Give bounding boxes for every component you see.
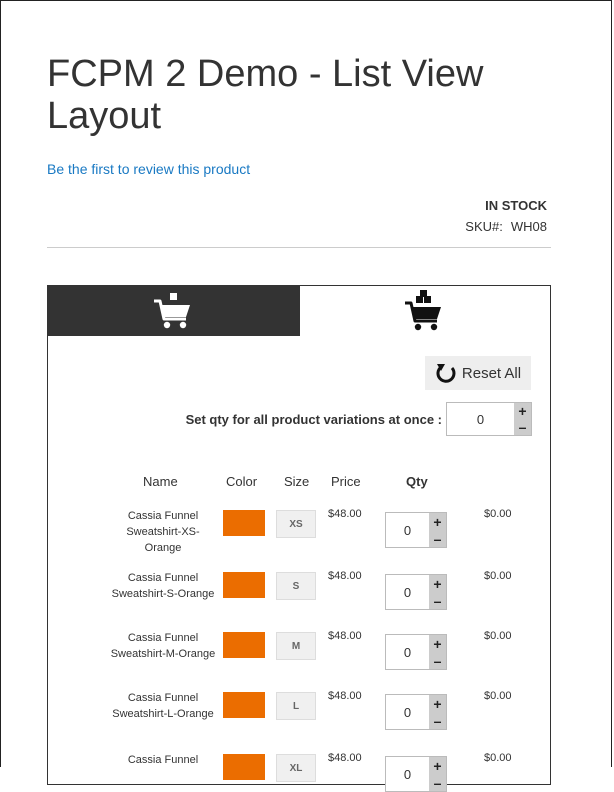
color-swatch[interactable] <box>223 754 265 780</box>
color-swatch[interactable] <box>223 632 265 658</box>
review-link[interactable]: Be the first to review this product <box>47 161 250 177</box>
increment-button[interactable]: + <box>429 695 446 712</box>
decrement-button[interactable]: – <box>429 712 446 729</box>
set-qty-label: Set qty for all product variations at on… <box>185 412 442 427</box>
variation-price: $48.00 <box>328 752 362 764</box>
variation-name: Cassia Funnel Sweatshirt-L-Orange <box>112 692 214 720</box>
qty-stepper[interactable]: 0 + – <box>385 634 447 670</box>
stock-status: IN STOCK <box>485 198 547 213</box>
bulk-cart-icon <box>405 290 441 331</box>
decrement-button[interactable]: – <box>514 419 531 435</box>
variation-name: Cassia Funnel Sweatshirt-S-Orange <box>111 572 215 600</box>
qty-stepper[interactable]: 0 + – <box>385 512 447 548</box>
header-name: Name <box>143 474 178 489</box>
decrement-button[interactable]: – <box>429 652 446 669</box>
qty-stepper[interactable]: 0 + – <box>385 756 447 792</box>
row-total: $0.00 <box>484 752 512 764</box>
variation-price: $48.00 <box>328 690 362 702</box>
size-option[interactable]: XL <box>276 754 316 782</box>
header-price: Price <box>331 474 361 489</box>
qty-buttons: + – <box>429 575 446 609</box>
size-option[interactable]: M <box>276 632 316 660</box>
variation-price: $48.00 <box>328 570 362 582</box>
qty-value[interactable]: 0 <box>386 635 429 669</box>
increment-button[interactable]: + <box>429 513 446 530</box>
variation-price: $48.00 <box>328 508 362 520</box>
size-option[interactable]: L <box>276 692 316 720</box>
header-size: Size <box>284 474 310 489</box>
order-panel: Reset All Set qty for all product variat… <box>47 285 551 792</box>
size-option[interactable]: S <box>276 572 316 600</box>
increment-button[interactable]: + <box>429 575 446 592</box>
qty-value[interactable]: 0 <box>386 695 429 729</box>
qty-stepper[interactable]: 0 + – <box>385 694 447 730</box>
qty-stepper[interactable]: 0 + – <box>385 574 447 610</box>
qty-buttons: + – <box>429 757 446 791</box>
qty-buttons: + – <box>429 513 446 547</box>
row-total: $0.00 <box>484 570 512 582</box>
color-swatch[interactable] <box>223 572 265 598</box>
global-qty-buttons: + – <box>514 403 531 435</box>
qty-value[interactable]: 0 <box>386 575 429 609</box>
header-qty: Qty <box>406 474 428 489</box>
color-swatch[interactable] <box>223 510 265 536</box>
sku: SKU#: WH08 <box>465 219 547 234</box>
reset-all-button[interactable]: Reset All <box>425 356 531 390</box>
qty-buttons: + – <box>429 695 446 729</box>
decrement-button[interactable]: – <box>429 530 446 547</box>
qty-value[interactable]: 0 <box>386 757 429 791</box>
row-total: $0.00 <box>484 508 512 520</box>
single-cart-icon <box>154 293 190 329</box>
global-qty-stepper[interactable]: 0 + – <box>446 402 532 436</box>
size-option[interactable]: XS <box>276 510 316 538</box>
variation-name: Cassia Funnel Sweatshirt-XS-Orange <box>126 510 200 554</box>
tab-single-cart[interactable] <box>48 286 300 336</box>
reset-all-label: Reset All <box>461 364 522 382</box>
page-frame: FCPM 2 Demo - List View Layout Be the fi… <box>0 0 612 792</box>
row-total: $0.00 <box>484 690 512 702</box>
variation-price: $48.00 <box>328 630 362 642</box>
decrement-button[interactable]: – <box>429 592 446 609</box>
header-color: Color <box>226 474 258 489</box>
qty-value[interactable]: 0 <box>386 513 429 547</box>
divider <box>47 247 551 248</box>
global-qty-value[interactable]: 0 <box>447 403 514 435</box>
tab-bulk-cart[interactable] <box>300 286 550 336</box>
variation-name: Cassia Funnel Sweatshirt-M-Orange <box>110 632 216 660</box>
page-title: FCPM 2 Demo - List View Layout <box>47 53 484 137</box>
row-total: $0.00 <box>484 630 512 642</box>
increment-button[interactable]: + <box>514 403 531 419</box>
sku-label: SKU#: <box>465 219 503 234</box>
color-swatch[interactable] <box>223 692 265 718</box>
sku-value: WH08 <box>510 219 547 234</box>
qty-buttons: + – <box>429 635 446 669</box>
variation-name: Cassia Funnel <box>127 754 199 766</box>
decrement-button[interactable]: – <box>429 774 446 791</box>
reset-icon <box>436 364 456 383</box>
increment-button[interactable]: + <box>429 757 446 774</box>
increment-button[interactable]: + <box>429 635 446 652</box>
